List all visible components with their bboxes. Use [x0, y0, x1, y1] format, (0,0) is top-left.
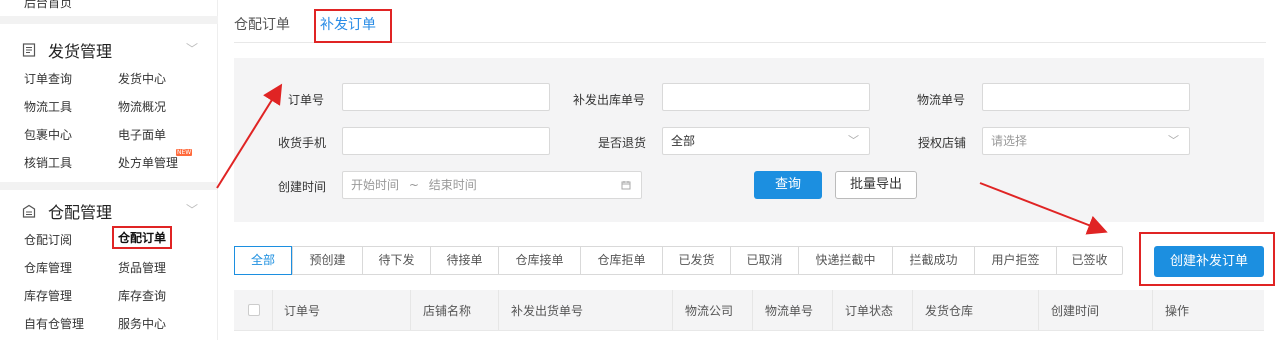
arrow-annotation — [979, 182, 1108, 235]
arrow-annotation — [216, 83, 283, 189]
annotation-overlay — [216, 83, 1108, 235]
